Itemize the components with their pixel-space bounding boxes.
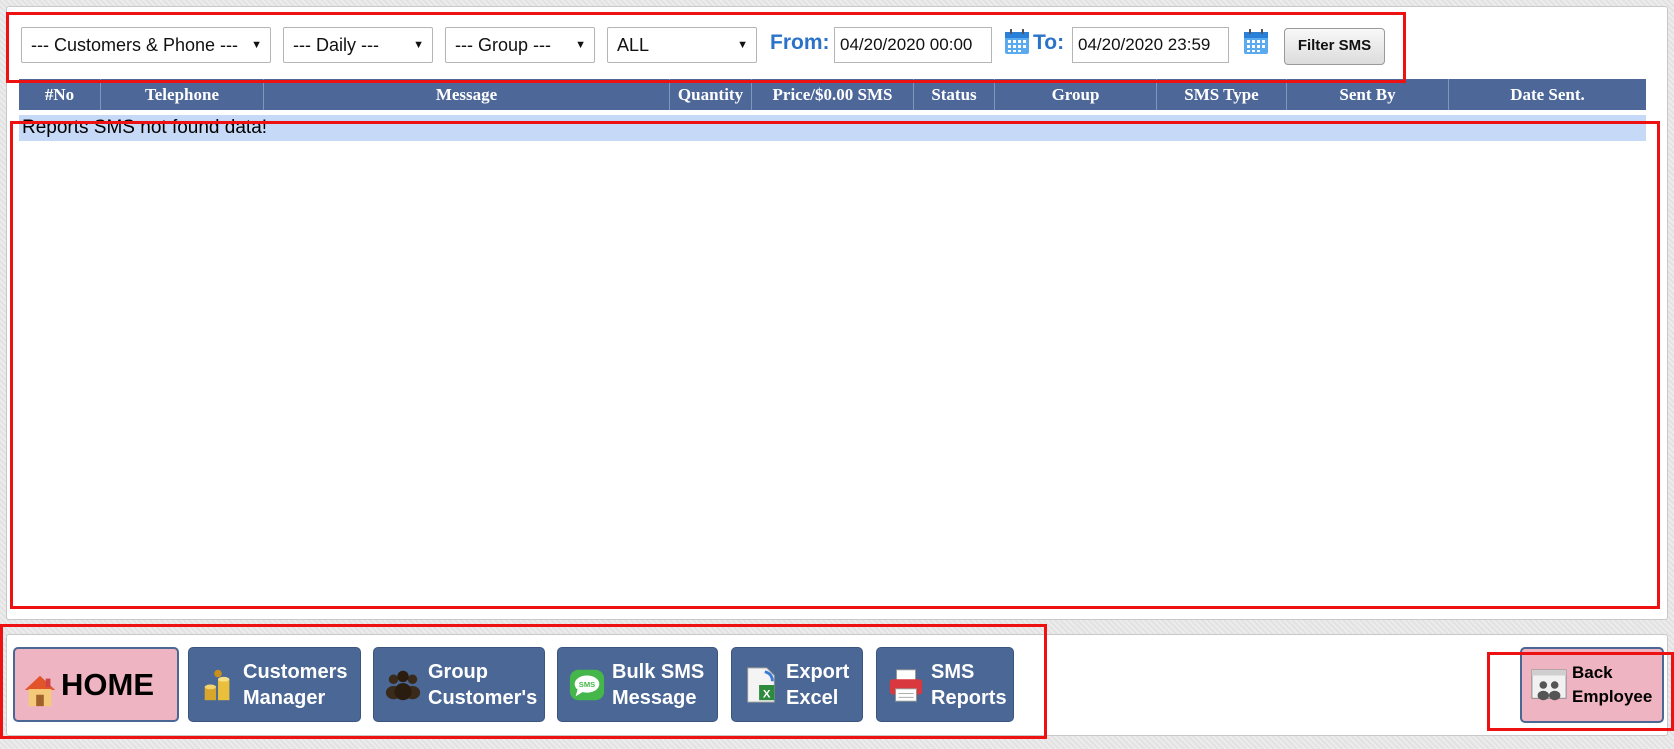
- sms-reports-button[interactable]: SMS Reports: [876, 647, 1014, 722]
- column-header-price[interactable]: Price/$0.00 SMS: [752, 79, 914, 110]
- back-employee-label-2: Employee: [1572, 687, 1653, 706]
- chevron-down-icon: ▼: [413, 39, 424, 51]
- calendar-icon[interactable]: [1243, 29, 1269, 55]
- svg-text:SMS: SMS: [579, 679, 595, 688]
- from-label: From:: [770, 31, 830, 54]
- bulk-sms-label-1: Bulk SMS: [612, 660, 705, 683]
- sms-reports-label-1: SMS: [931, 660, 975, 683]
- column-header-date-sent[interactable]: Date Sent.: [1449, 79, 1646, 110]
- group-select-value: --- Group ---: [455, 35, 551, 55]
- customers-manager-label-1: Customers: [243, 660, 348, 683]
- calendar-icon[interactable]: [1004, 29, 1030, 55]
- home-label: HOME: [61, 666, 154, 702]
- filter-sms-button[interactable]: Filter SMS: [1284, 28, 1385, 65]
- customers-manager-label-2: Manager: [243, 686, 326, 709]
- printer-icon: [889, 668, 923, 702]
- svg-text:X: X: [763, 688, 771, 700]
- group-customers-button[interactable]: Group Customer's: [373, 647, 545, 722]
- status-select[interactable]: ALL ▼: [607, 27, 757, 63]
- empty-table-message: Reports SMS not found data!: [19, 115, 1646, 141]
- group-select[interactable]: --- Group --- ▼: [445, 27, 595, 63]
- excel-icon: X: [747, 666, 775, 703]
- to-label: To:: [1033, 31, 1065, 54]
- people-icon: [385, 670, 421, 700]
- to-date-input[interactable]: 04/20/2020 23:59: [1072, 27, 1229, 63]
- employee-icon: [1531, 669, 1567, 701]
- coins-icon: [204, 669, 230, 700]
- table-header: #No Telephone Message Quantity Price/$0.…: [19, 79, 1646, 110]
- status-select-value: ALL: [617, 35, 650, 55]
- back-employee-label-1: Back: [1572, 663, 1613, 682]
- bulk-sms-label-2: Message: [612, 686, 697, 709]
- chevron-down-icon: ▼: [575, 39, 586, 51]
- group-customers-label-1: Group: [428, 660, 488, 683]
- export-excel-button[interactable]: X Export Excel: [731, 647, 863, 722]
- home-button[interactable]: HOME: [13, 647, 179, 722]
- sms-bubble-icon: SMS: [569, 669, 605, 700]
- chevron-down-icon: ▼: [737, 39, 748, 51]
- export-excel-label-1: Export: [786, 660, 850, 683]
- column-header-message[interactable]: Message: [264, 79, 670, 110]
- period-select-value: --- Daily ---: [293, 35, 379, 55]
- column-header-telephone[interactable]: Telephone: [101, 79, 264, 110]
- bulk-sms-button[interactable]: SMS Bulk SMS Message: [557, 647, 718, 722]
- sms-reports-label-2: Reports: [931, 686, 1007, 709]
- column-header-sent-by[interactable]: Sent By: [1287, 79, 1449, 110]
- back-employee-button[interactable]: Back Employee: [1520, 647, 1664, 723]
- period-select[interactable]: --- Daily --- ▼: [283, 27, 433, 63]
- column-header-status[interactable]: Status: [914, 79, 995, 110]
- from-date-input[interactable]: 04/20/2020 00:00: [834, 27, 992, 63]
- chevron-down-icon: ▼: [251, 39, 262, 51]
- customer-select-value: --- Customers & Phone ---: [31, 35, 239, 55]
- column-header-group[interactable]: Group: [995, 79, 1157, 110]
- house-icon: [24, 675, 56, 706]
- export-excel-label-2: Excel: [786, 686, 839, 709]
- customer-select[interactable]: --- Customers & Phone --- ▼: [21, 27, 271, 63]
- column-header-quantity[interactable]: Quantity: [670, 79, 752, 110]
- column-header-sms-type[interactable]: SMS Type: [1157, 79, 1287, 110]
- column-header-no[interactable]: #No: [19, 79, 101, 110]
- group-customers-label-2: Customer's: [428, 686, 538, 709]
- customers-manager-button[interactable]: Customers Manager: [188, 647, 361, 722]
